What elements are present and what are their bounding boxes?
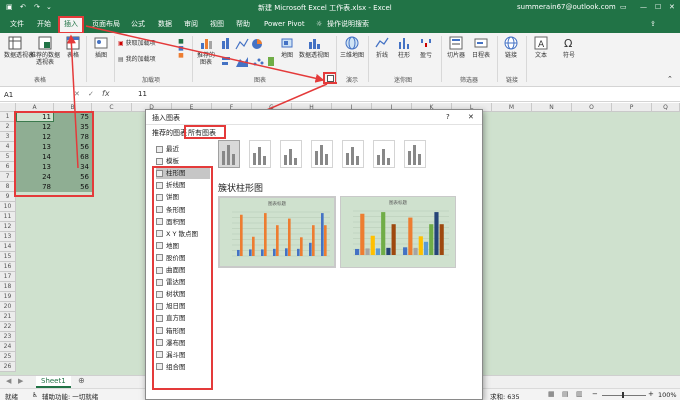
- preview-2-bar: [418, 236, 423, 255]
- subtype-bar: [418, 154, 421, 165]
- preview-2-bar: [375, 248, 381, 255]
- annotation-category-list: [152, 166, 213, 390]
- preview-1-bar: [273, 248, 276, 256]
- subtype-bar: [382, 149, 385, 165]
- dialog-close-button[interactable]: ✕: [468, 113, 474, 121]
- chart-subtype-icon: [315, 145, 328, 165]
- preview-2-plot: [353, 210, 449, 256]
- preview-1-bar: [249, 249, 252, 256]
- preview-1-bar: [300, 237, 303, 256]
- tab-recommended-charts[interactable]: 推荐的图表: [152, 128, 187, 138]
- insert-chart-dialog: 插入图表 ? ✕ 推荐的图表 所有图表 最近 模板 柱形图 折线图 饼图 条形图 面积图 X …: [145, 109, 483, 400]
- subtype-bar: [253, 153, 256, 165]
- preview-2-bar: [391, 224, 396, 255]
- preview-2-bar: [360, 213, 365, 255]
- subtype-bar: [413, 145, 416, 165]
- chart-subtype-thumb[interactable]: [218, 140, 240, 168]
- subtype-bar: [294, 158, 297, 165]
- chart-subtype-thumb[interactable]: [280, 140, 302, 168]
- preview-1-bar: [252, 236, 255, 256]
- preview-2-bar: [365, 248, 370, 255]
- preview-2-bar: [434, 212, 439, 255]
- subtype-bar: [325, 154, 328, 165]
- subtype-bar: [320, 145, 323, 165]
- chart-preview-2[interactable]: 图表标题: [340, 196, 456, 268]
- preview-1-bar: [309, 242, 312, 256]
- preview-2-bar: [403, 247, 408, 255]
- chart-subtype-icon: [346, 147, 359, 165]
- chart-category-label: 模板: [166, 157, 179, 166]
- chart-detail-panel: 簇状柱形图 图表标题 图表标题: [218, 140, 480, 398]
- preview-2-bar: [355, 248, 360, 255]
- chart-subtype-icon: [222, 145, 235, 165]
- chart-category-label: 最近: [166, 145, 179, 153]
- preview-1-bar: [285, 248, 288, 256]
- subtype-bar: [284, 155, 287, 165]
- dialog-help-button[interactable]: ?: [446, 113, 450, 121]
- dialog-title-bar: 插入图表 ? ✕: [146, 110, 482, 125]
- preview-1-bar: [324, 225, 327, 256]
- chart-subtype-icon: [377, 149, 390, 165]
- preview-2-bar: [423, 241, 429, 255]
- subtype-bar: [232, 154, 235, 165]
- chart-category-icon: [156, 145, 163, 153]
- chart-preview-1[interactable]: 图表标题: [218, 196, 336, 268]
- preview-2-bar: [386, 247, 391, 255]
- subtype-bar: [351, 147, 354, 165]
- chart-subtype-icon: [253, 147, 266, 165]
- preview-2-bar: [439, 224, 444, 255]
- subtype-bar: [377, 155, 380, 165]
- chart-category-icon: [156, 157, 163, 165]
- preview-1-bar: [276, 225, 279, 256]
- preview-1-bar: [240, 214, 243, 256]
- subtype-bar: [408, 151, 411, 165]
- preview-1-bar: [321, 213, 324, 256]
- annotation-all-charts: [184, 125, 226, 139]
- chart-subtype-icon: [284, 149, 297, 165]
- subtype-bar: [258, 147, 261, 165]
- preview-2-bar: [381, 212, 386, 255]
- chart-subtype-thumb[interactable]: [249, 140, 271, 168]
- subtype-bar: [222, 151, 225, 165]
- preview-1-bar: [261, 249, 264, 256]
- chart-subtype-thumb[interactable]: [404, 140, 426, 168]
- preview-1-plot: [232, 211, 330, 257]
- preview-1-bar: [288, 218, 291, 256]
- chart-category-item[interactable]: 最近: [156, 144, 210, 155]
- subtype-bar: [346, 153, 349, 165]
- chart-subtype-icon: [408, 145, 421, 165]
- preview-1-title: 图表标题: [268, 202, 286, 207]
- preview-2-bar: [413, 247, 418, 255]
- subtype-bar: [315, 151, 318, 165]
- preview-2-bar: [370, 235, 375, 255]
- chart-subtype-thumb[interactable]: [373, 140, 395, 168]
- chart-subtype-thumb[interactable]: [342, 140, 364, 168]
- subtype-bar: [289, 149, 292, 165]
- preview-1-bar: [312, 225, 315, 256]
- subtype-bar: [227, 145, 230, 165]
- subtype-bar: [387, 158, 390, 165]
- preview-1-bar: [237, 249, 240, 256]
- dialog-title: 插入图表: [152, 114, 180, 122]
- preview-2-bar: [429, 224, 434, 255]
- subtype-bar: [263, 156, 266, 165]
- preview-1-bar: [264, 213, 267, 256]
- preview-2-bar: [408, 217, 413, 255]
- subtype-bar: [356, 156, 359, 165]
- chart-subtype-thumb[interactable]: [311, 140, 333, 168]
- preview-2-title: 图表标题: [389, 201, 407, 206]
- subtype-heading: 簇状柱形图: [218, 184, 264, 194]
- preview-1-bar: [297, 248, 300, 256]
